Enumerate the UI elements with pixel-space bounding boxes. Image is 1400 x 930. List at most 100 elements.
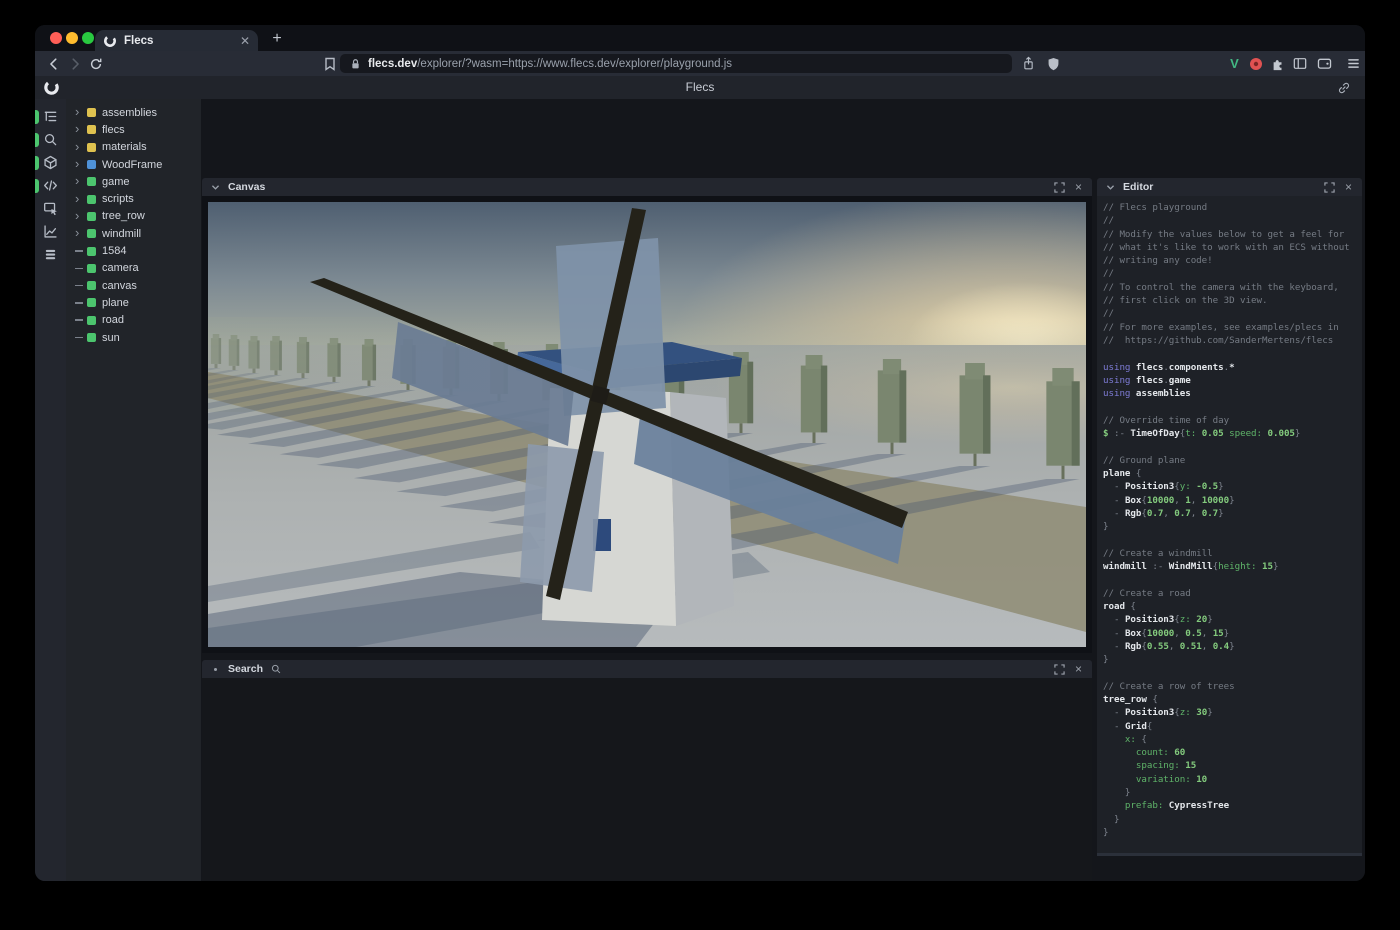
code-line: - Grid{: [1103, 720, 1362, 733]
search-icon: [269, 663, 282, 676]
icon-rail: [35, 99, 66, 881]
tree-item-assemblies[interactable]: › assemblies: [66, 104, 201, 121]
fullscreen-icon[interactable]: [1053, 181, 1066, 194]
extension-badge-icon[interactable]: [1247, 55, 1264, 72]
code-line: variation: 10: [1103, 773, 1362, 786]
expand-chevron-icon[interactable]: ›: [75, 140, 87, 153]
tree-item-label: assemblies: [102, 107, 157, 119]
back-icon[interactable]: [45, 55, 62, 72]
app-content: › assemblies ›flecs›materials›WoodFrame›ga…: [35, 99, 1365, 881]
cypress-tree: [229, 335, 240, 370]
canvas-panel-title: Canvas: [228, 181, 265, 193]
reload-icon[interactable]: [87, 55, 104, 72]
expand-chevron-icon[interactable]: ›: [75, 192, 87, 205]
menu-icon[interactable]: [1345, 55, 1362, 72]
entity-kind-badge: [87, 333, 96, 342]
leaf-dash-icon: [75, 250, 87, 252]
rail-item-entity-tree[interactable]: [35, 105, 66, 128]
code-line: using flecs.components.*: [1103, 361, 1362, 374]
rail-item-canvas-3d[interactable]: [35, 151, 66, 174]
tree-item-label: scripts: [102, 193, 134, 205]
tree-item-label: tree_row: [102, 210, 145, 222]
editor-panel-header: Editor ×: [1097, 178, 1362, 196]
expand-chevron-icon[interactable]: ›: [75, 105, 87, 118]
tree-item-game[interactable]: ›game: [66, 173, 201, 190]
close-panel-icon[interactable]: ×: [1072, 663, 1085, 676]
search-panel-body[interactable]: [202, 678, 1092, 881]
brave-shield-icon[interactable]: [1045, 55, 1062, 72]
expand-chevron-icon[interactable]: ›: [75, 226, 87, 239]
close-panel-icon[interactable]: ×: [1072, 181, 1085, 194]
rail-item-statistics[interactable]: [35, 220, 66, 243]
inspector-icon: [43, 201, 58, 216]
entity-kind-badge: [87, 212, 96, 221]
code-line: [1103, 440, 1362, 453]
sidebar-toggle-icon[interactable]: [1291, 55, 1308, 72]
code-line: // Override time of day: [1103, 414, 1362, 427]
code-line: spacing: 15: [1103, 759, 1362, 772]
code-line: $ :- TimeOfDay{t: 0.05 speed: 0.005}: [1103, 427, 1362, 440]
tree-item-canvas[interactable]: canvas: [66, 277, 201, 294]
fullscreen-icon[interactable]: [1323, 181, 1336, 194]
entity-tree-panel: › assemblies ›flecs›materials›WoodFrame›ga…: [66, 99, 201, 881]
vue-devtools-icon[interactable]: V: [1226, 55, 1243, 72]
zoom-window-button[interactable]: [82, 32, 94, 44]
expand-chevron-icon[interactable]: ›: [75, 157, 87, 170]
tree-item-materials[interactable]: ›materials: [66, 139, 201, 156]
forward-icon[interactable]: [66, 55, 83, 72]
app-title: Flecs: [35, 76, 1365, 99]
code-editor[interactable]: // Flecs playground//// Modify the value…: [1097, 196, 1362, 853]
tree-item-camera[interactable]: camera: [66, 260, 201, 277]
url-bar[interactable]: flecs.dev/explorer/?wasm=https://www.fle…: [340, 54, 1012, 73]
close-window-button[interactable]: [50, 32, 62, 44]
fullscreen-icon[interactable]: [1053, 663, 1066, 676]
tree-item-1584[interactable]: 1584: [66, 242, 201, 259]
cypress-tree: [801, 355, 827, 443]
code-line: prefab: CypressTree: [1103, 799, 1362, 812]
cypress-tree: [248, 336, 259, 373]
close-panel-icon[interactable]: ×: [1342, 181, 1355, 194]
browser-tab[interactable]: Flecs ✕: [95, 30, 258, 51]
search-icon: [43, 132, 58, 147]
rail-item-search[interactable]: [35, 128, 66, 151]
new-tab-button[interactable]: +: [267, 29, 287, 49]
code-line: // For more examples, see examples/plecs…: [1103, 321, 1362, 334]
active-indicator: [35, 133, 39, 147]
link-icon[interactable]: [1337, 81, 1351, 95]
extensions-puzzle-icon[interactable]: [1269, 55, 1286, 72]
wallet-icon[interactable]: [1316, 55, 1333, 72]
tree-item-label: sun: [102, 332, 120, 344]
share-icon[interactable]: [1020, 55, 1037, 72]
expand-chevron-icon[interactable]: ›: [75, 174, 87, 187]
collapsed-dot-icon[interactable]: [209, 663, 222, 676]
tree-item-plane[interactable]: plane: [66, 294, 201, 311]
expand-chevron-icon[interactable]: ›: [75, 122, 87, 135]
tree-item-flecs[interactable]: ›flecs: [66, 121, 201, 138]
minimize-window-button[interactable]: [66, 32, 78, 44]
tree-item-label: plane: [102, 297, 129, 309]
tree-item-windmill[interactable]: ›windmill: [66, 225, 201, 242]
rail-item-inspector[interactable]: [35, 197, 66, 220]
desktop-background: Flecs ✕ + flecs.dev/explorer/?wasm=https…: [0, 0, 1400, 930]
code-line: [1103, 400, 1362, 413]
3d-viewport[interactable]: [208, 202, 1086, 647]
rail-item-logs[interactable]: [35, 243, 66, 266]
tree-item-label: canvas: [102, 280, 137, 292]
tree-item-WoodFrame[interactable]: ›WoodFrame: [66, 156, 201, 173]
leaf-dash-icon: [75, 268, 87, 270]
entity-kind-badge: [87, 177, 96, 186]
tree-item-sun[interactable]: sun: [66, 329, 201, 346]
url-domain: flecs.dev: [368, 58, 417, 70]
editor-resize-handle[interactable]: [1097, 853, 1362, 856]
code-line: }: [1103, 520, 1362, 533]
tab-title: Flecs: [124, 35, 240, 47]
tree-item-scripts[interactable]: › scripts: [66, 190, 201, 207]
rail-item-code-editor[interactable]: [35, 174, 66, 197]
tree-item-road[interactable]: road: [66, 312, 201, 329]
tree-item-tree_row[interactable]: › tree_row: [66, 208, 201, 225]
chevron-down-icon[interactable]: [209, 181, 222, 194]
chevron-down-icon[interactable]: [1104, 181, 1117, 194]
tab-close-icon[interactable]: ✕: [240, 35, 250, 47]
expand-chevron-icon[interactable]: ›: [75, 209, 87, 222]
bookmark-icon[interactable]: [321, 55, 338, 72]
